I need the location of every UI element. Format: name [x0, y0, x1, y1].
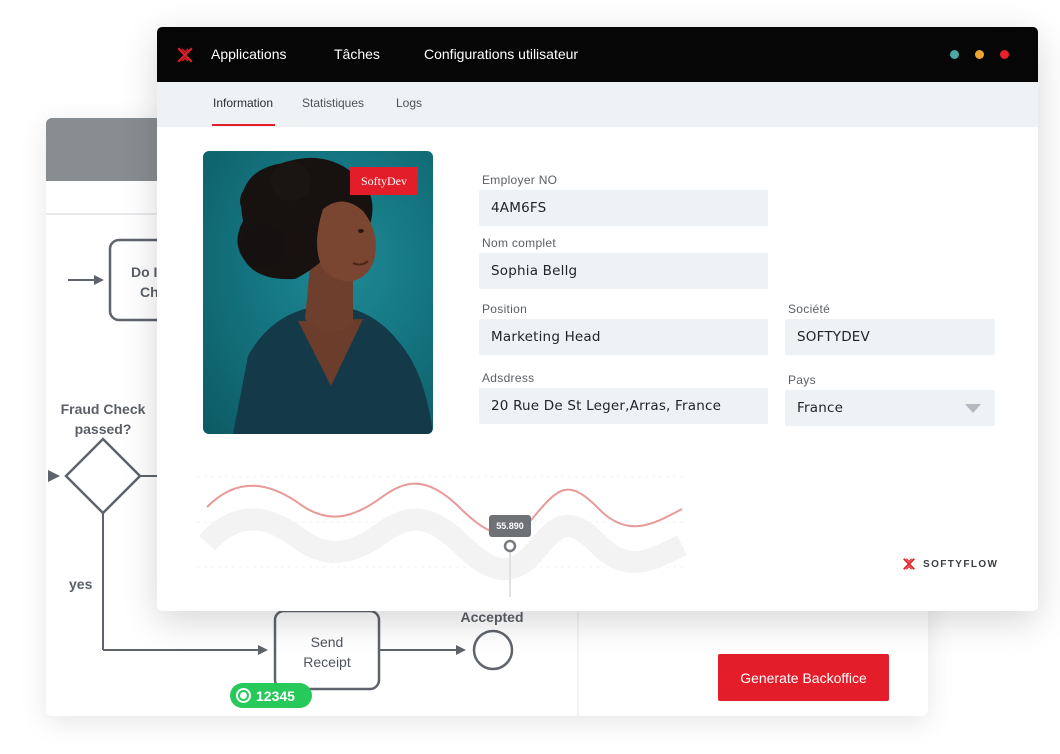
country-selected-value: France	[797, 400, 844, 416]
window-dot-red-icon[interactable]	[1000, 50, 1009, 59]
top-navigation-bar: Applications Tâches Configurations utili…	[157, 27, 1038, 82]
nav-configurations-utilisateur[interactable]: Configurations utilisateur	[424, 27, 578, 82]
full-name-label: Nom complet	[482, 236, 556, 250]
task-send-receipt[interactable]	[273, 609, 381, 691]
country-label: Pays	[788, 373, 816, 387]
yes-label: yes	[69, 576, 93, 592]
window-dot-teal-icon[interactable]	[950, 50, 959, 59]
gateway-label-2: passed?	[75, 421, 132, 437]
photo-brand-tag: SoftyDev	[350, 167, 418, 195]
task-send-receipt-label-1: Send	[311, 634, 344, 650]
chart-point-marker[interactable]	[503, 539, 517, 553]
tab-bar: Information Statistiques Logs	[157, 82, 1038, 127]
gateway-incoming-arrow	[48, 470, 60, 482]
tab-statistiques[interactable]: Statistiques	[302, 82, 364, 127]
end-event-label: Accepted	[460, 609, 523, 625]
task-send-receipt-label-2: Receipt	[303, 654, 351, 670]
profile-photo: SoftyDev	[203, 151, 433, 434]
tab-logs[interactable]: Logs	[396, 82, 422, 127]
task-do-check-label-2: Ch	[140, 284, 159, 300]
statistics-wave-chart	[197, 476, 687, 597]
nav-applications[interactable]: Applications	[211, 27, 287, 82]
instance-id-value: 12345	[256, 687, 295, 704]
softyflow-brand: SOFTYFLOW	[902, 557, 998, 571]
end-event-accepted[interactable]	[472, 629, 514, 671]
company-label: Société	[788, 302, 831, 316]
nav-taches[interactable]: Tâches	[334, 27, 380, 82]
brand-name: SOFTYFLOW	[923, 558, 999, 570]
employer-no-label: Employer NO	[482, 173, 558, 187]
tab-information[interactable]: Information	[213, 82, 273, 127]
softyflow-logo-icon[interactable]	[177, 47, 193, 63]
country-select[interactable]: France	[785, 390, 995, 426]
full-name-field[interactable]: Sophia Bellg	[479, 253, 768, 289]
address-label: Adsdress	[482, 371, 535, 385]
chart-tooltip: 55.890	[489, 515, 531, 537]
chevron-down-icon[interactable]	[965, 403, 981, 413]
active-tab-indicator	[212, 124, 275, 126]
softyflow-mark-icon	[903, 558, 915, 570]
task-do-check-label-1: Do I	[131, 264, 157, 280]
employee-profile-window: Applications Tâches Configurations utili…	[157, 27, 1038, 611]
position-field[interactable]: Marketing Head	[479, 319, 768, 355]
address-field[interactable]: 20 Rue De St Leger,Arras, France	[479, 388, 768, 424]
window-dot-orange-icon[interactable]	[975, 50, 984, 59]
generate-backoffice-button[interactable]: Generate Backoffice	[718, 654, 889, 701]
employer-no-field[interactable]: 4AM6FS	[479, 190, 768, 226]
company-field[interactable]: SOFTYDEV	[785, 319, 995, 355]
fraud-check-gateway[interactable]	[64, 437, 142, 515]
status-ring-icon	[236, 688, 251, 703]
position-label: Position	[482, 302, 528, 316]
gateway-label-1: Fraud Check	[61, 401, 146, 417]
instance-id-badge: 12345	[230, 683, 312, 708]
